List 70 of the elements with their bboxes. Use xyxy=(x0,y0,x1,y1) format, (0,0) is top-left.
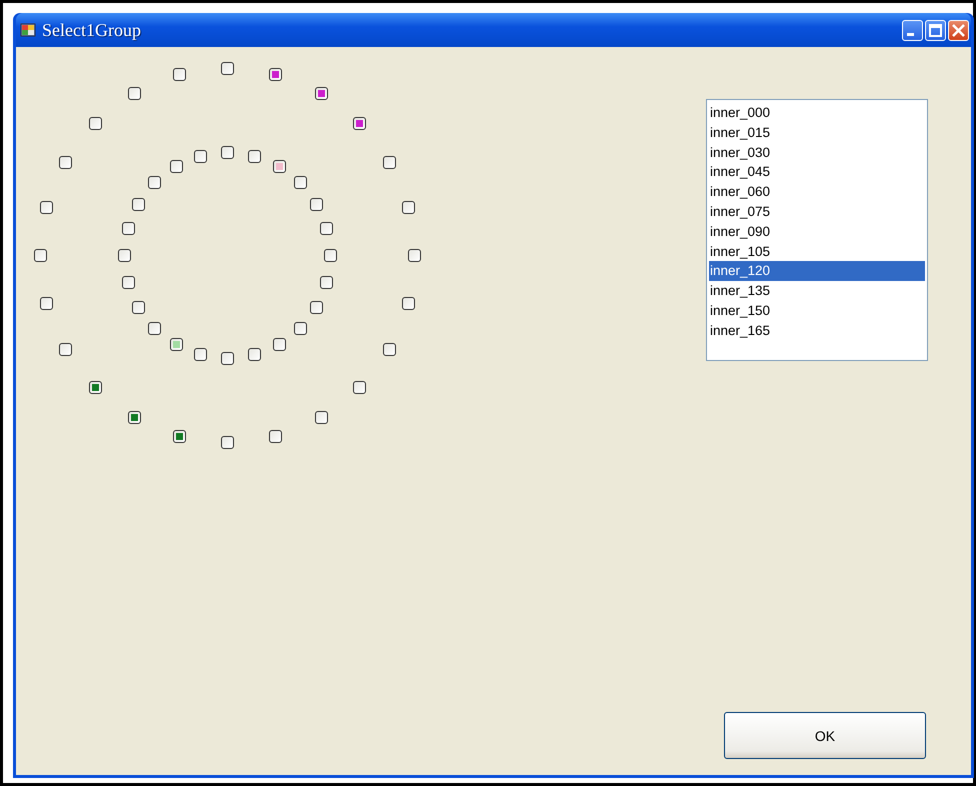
checkbox[interactable] xyxy=(314,87,328,100)
checkbox[interactable] xyxy=(221,146,234,159)
checkbox[interactable] xyxy=(172,430,186,443)
checkbox[interactable] xyxy=(40,297,54,310)
checkbox[interactable] xyxy=(40,200,54,214)
list-box[interactable]: inner_000 inner_015 inner_030 inner_045 inner_060 inner_075 inner_090 inner_105 inner_120 inner_135 inner_150 inner_165 xyxy=(706,99,928,361)
checkbox[interactable] xyxy=(324,249,337,262)
checkbox[interactable] xyxy=(122,276,134,289)
checkbox[interactable] xyxy=(148,176,162,190)
list-item[interactable]: inner_060 xyxy=(709,182,925,202)
app-icon xyxy=(20,22,36,38)
checkbox[interactable] xyxy=(221,436,234,449)
checkbox[interactable] xyxy=(272,160,286,173)
checkbox[interactable] xyxy=(353,116,366,130)
list-item[interactable]: inner_105 xyxy=(709,242,925,262)
window-title: Select1Group xyxy=(42,20,142,40)
checkbox[interactable] xyxy=(118,249,131,262)
checkbox[interactable] xyxy=(408,249,421,262)
checkbox[interactable] xyxy=(294,322,307,335)
list-item[interactable]: inner_090 xyxy=(709,222,925,242)
checkbox[interactable] xyxy=(59,342,72,356)
checkbox[interactable] xyxy=(194,150,208,162)
checkbox[interactable] xyxy=(170,338,182,352)
checkbox[interactable] xyxy=(248,348,261,362)
close-button[interactable] xyxy=(948,20,969,40)
checkbox[interactable] xyxy=(34,249,47,262)
checkbox[interactable] xyxy=(402,200,415,214)
list-item[interactable]: inner_015 xyxy=(709,122,925,143)
checkbox[interactable] xyxy=(172,68,186,82)
list-item[interactable]: inner_120 xyxy=(709,261,925,282)
maximize-button[interactable] xyxy=(925,20,946,40)
checkbox[interactable] xyxy=(170,160,182,173)
close-icon xyxy=(952,24,965,36)
checkbox[interactable] xyxy=(128,87,140,100)
checkbox[interactable] xyxy=(382,156,396,168)
checkbox[interactable] xyxy=(132,198,145,210)
list-item[interactable]: inner_045 xyxy=(709,162,925,182)
minimize-icon xyxy=(907,32,914,36)
checkbox[interactable] xyxy=(88,116,102,130)
checkbox[interactable] xyxy=(310,198,324,210)
checkbox[interactable] xyxy=(194,348,208,362)
checkbox[interactable] xyxy=(320,222,334,236)
checkbox[interactable] xyxy=(294,176,307,190)
checkbox[interactable] xyxy=(402,297,415,310)
list-item[interactable]: inner_135 xyxy=(709,281,925,301)
checkbox[interactable] xyxy=(132,300,145,314)
list-item[interactable]: inner_150 xyxy=(709,300,925,321)
checkbox[interactable] xyxy=(269,68,282,82)
checkbox[interactable] xyxy=(221,352,234,365)
checkbox[interactable] xyxy=(248,150,261,162)
checkbox[interactable] xyxy=(314,410,328,424)
checkbox[interactable] xyxy=(122,222,134,236)
checkbox[interactable] xyxy=(221,62,234,75)
checkbox[interactable] xyxy=(269,430,282,443)
checkbox[interactable] xyxy=(59,156,72,168)
maximize-icon xyxy=(929,24,942,36)
checkbox[interactable] xyxy=(382,342,396,356)
checkbox[interactable] xyxy=(128,410,140,424)
checkbox[interactable] xyxy=(88,381,102,394)
checkbox[interactable] xyxy=(148,322,162,335)
list-item[interactable]: inner_165 xyxy=(709,320,925,341)
checkbox[interactable] xyxy=(272,338,286,352)
ok-button[interactable]: OK xyxy=(724,712,926,759)
list-item[interactable]: inner_000 xyxy=(709,103,925,123)
checkbox[interactable] xyxy=(320,276,334,289)
checkbox[interactable] xyxy=(353,381,366,394)
list-item[interactable]: inner_075 xyxy=(709,202,925,222)
list-item[interactable]: inner_030 xyxy=(709,142,925,162)
checkbox[interactable] xyxy=(310,300,324,314)
minimize-button[interactable] xyxy=(902,20,923,40)
